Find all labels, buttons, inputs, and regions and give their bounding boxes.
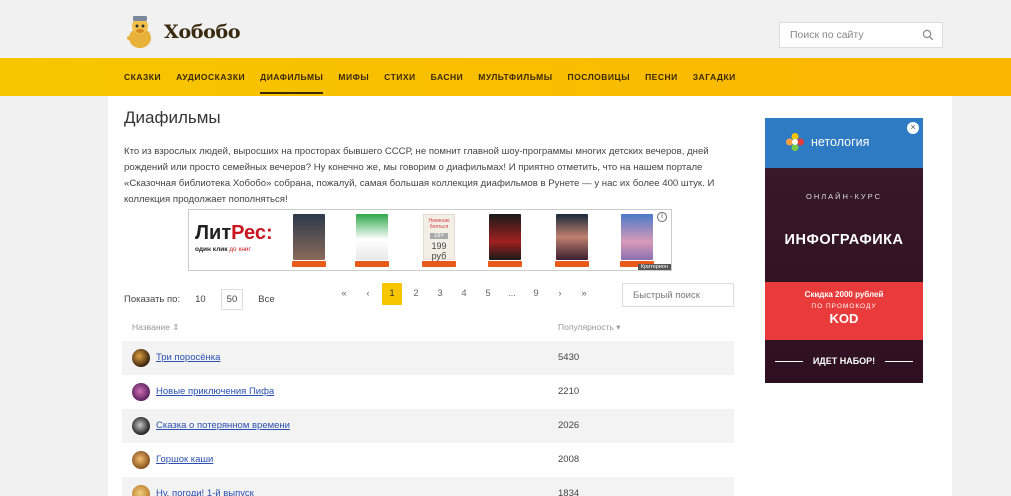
quick-search-input[interactable] <box>633 290 723 301</box>
ad-course-title: ИНФОГРАФИКА <box>784 232 904 248</box>
site-logo[interactable]: Хобобо <box>124 14 241 50</box>
ad-promo-label: ПО ПРОМОКОДУ <box>811 303 877 310</box>
netology-brand: нетология <box>785 132 869 152</box>
ad-course-label: ОНЛАЙН-КУРС <box>805 192 883 201</box>
site-search-input[interactable] <box>790 29 910 41</box>
filmstrip-avatar <box>132 451 150 469</box>
ad-promo-block: Скидка 2000 рублей ПО ПРОМОКОДУ KOD <box>765 282 923 340</box>
nav-item-8[interactable]: ПОСЛОВИЦЫ <box>568 58 631 96</box>
pagination-item[interactable]: 2 <box>406 283 426 305</box>
table-row[interactable]: Ну, погоди! 1-й выпуск 1834 <box>122 477 734 496</box>
table-row[interactable]: Горшок каши 2008 <box>122 443 734 477</box>
filmstrip-title-link[interactable]: Горшок каши <box>156 454 213 465</box>
filmstrip-avatar <box>132 417 150 435</box>
site-search[interactable] <box>779 22 943 48</box>
filmstrip-title-link[interactable]: Ну, погоди! 1-й выпуск <box>156 488 254 496</box>
netology-flower-icon <box>786 133 804 151</box>
close-icon[interactable]: × <box>907 122 919 134</box>
filmstrip-avatar <box>132 383 150 401</box>
nav-item-6[interactable]: БАСНИ <box>431 58 464 96</box>
column-header-name[interactable]: Название ⇕ <box>132 322 179 333</box>
header: Хобобо <box>0 0 1011 58</box>
main-nav: СКАЗКИ АУДИОСКАЗКИ ДИАФИЛЬМЫ МИФЫ СТИХИ БАСНИ… <box>0 58 1011 96</box>
nav-item-9[interactable]: ПЕСНИ <box>645 58 678 96</box>
ad-cta[interactable]: ИДЕТ НАБОР! <box>765 356 923 366</box>
litres-tagline-part1: один клик <box>195 246 228 253</box>
pagination-item[interactable]: 9 <box>526 283 546 305</box>
ad-book-button[interactable] <box>555 261 589 267</box>
ad-discount: Скидка 2000 рублей <box>804 290 884 299</box>
ad-book-cover[interactable] <box>293 214 325 260</box>
ad-book-cover[interactable] <box>556 214 588 260</box>
filmstrip-title-link[interactable]: Сказка о потерянном времени <box>156 420 290 431</box>
show-per-page: Показать по: 10 50 Все <box>124 289 280 310</box>
search-icon[interactable] <box>922 29 934 41</box>
ad-info-icon[interactable]: i <box>657 212 667 222</box>
filmstrip-popularity: 5430 <box>558 352 580 363</box>
litres-logo-part2: Рес: <box>231 222 273 244</box>
filmstrip-popularity: 2008 <box>558 454 580 465</box>
table-row[interactable]: Новые приключения Пифа 2210 <box>122 375 734 409</box>
show-all-option[interactable]: Все <box>253 290 279 309</box>
ad-price: 199 руб <box>431 241 447 261</box>
page-title: Диафильмы <box>124 108 221 127</box>
page-intro: Кто из взрослых людей, выросших на прост… <box>124 146 715 205</box>
ad-book-button[interactable] <box>488 261 522 267</box>
site-name: Хобобо <box>164 21 241 43</box>
ad-price-book-title: Начинаю бояться <box>428 218 450 230</box>
pagination-item[interactable]: 5 <box>478 283 498 305</box>
filmstrip-popularity: 1834 <box>558 488 580 496</box>
pagination-item[interactable]: » <box>574 283 594 305</box>
ad-book-cover[interactable] <box>356 214 388 260</box>
hobobo-mascot-icon <box>127 16 151 48</box>
nav-item-4[interactable]: МИФЫ <box>338 58 369 96</box>
column-header-popularity[interactable]: Популярность ▾ <box>558 322 620 333</box>
netology-brand-name: нетология <box>811 135 870 149</box>
ad-promo-code: KOD <box>829 311 859 326</box>
quick-search[interactable] <box>622 283 734 307</box>
filmstrip-popularity: 2210 <box>558 386 580 397</box>
filmstrip-title-link[interactable]: Новые приключения Пифа <box>156 386 274 397</box>
netology-side-ad[interactable]: × нетология ОНЛАЙН-КУРС ИНФОГРАФИКА Скид… <box>765 118 923 383</box>
main-nav-items: СКАЗКИ АУДИОСКАЗКИ ДИАФИЛЬМЫ МИФЫ СТИХИ БАСНИ… <box>124 58 751 96</box>
nav-item-2[interactable]: АУДИОСКАЗКИ <box>176 58 245 96</box>
pagination-item[interactable]: 3 <box>430 283 450 305</box>
nav-item-10[interactable]: ЗАГАДКИ <box>693 58 736 96</box>
table-row[interactable]: Сказка о потерянном времени 2026 <box>122 409 734 443</box>
litres-logo: ЛитРес: один клик до книг <box>195 222 273 253</box>
show-10-option[interactable]: 10 <box>190 290 211 309</box>
pagination-item[interactable]: 1 <box>382 283 402 305</box>
filmstrip-popularity: 2026 <box>558 420 580 431</box>
show-per-page-label: Показать по: <box>124 294 181 305</box>
litres-ad-banner[interactable]: ЛитРес: один клик до книг Начинаю боятьс… <box>188 209 672 271</box>
filmstrip-avatar <box>132 485 150 496</box>
pagination-item: ... <box>508 288 516 299</box>
nav-item-1[interactable]: СКАЗКИ <box>124 58 161 96</box>
filmstrip-avatar <box>132 349 150 367</box>
pagination-item[interactable]: « <box>334 283 354 305</box>
table-row[interactable]: Три поросёнка 5430 <box>122 341 734 375</box>
ad-book-button[interactable] <box>292 261 326 267</box>
ad-credit[interactable]: Критерион <box>637 264 671 270</box>
pagination-item[interactable]: ‹ <box>358 283 378 305</box>
ad-price-book[interactable]: Начинаю бояться 18+ 199 руб <box>423 214 455 261</box>
ad-book-cover[interactable] <box>489 214 521 260</box>
nav-item-7[interactable]: МУЛЬТФИЛЬМЫ <box>478 58 552 96</box>
show-50-option[interactable]: 50 <box>220 289 244 310</box>
pagination-item[interactable]: › <box>550 283 570 305</box>
ad-age-rating: 18+ <box>430 233 448 239</box>
filmstrip-title-link[interactable]: Три поросёнка <box>156 352 220 363</box>
nav-item-5[interactable]: СТИХИ <box>384 58 416 96</box>
ad-book-button[interactable] <box>422 261 456 267</box>
litres-tagline-part2: до книг <box>227 246 251 253</box>
litres-logo-part1: Лит <box>195 222 232 244</box>
ad-book-button[interactable] <box>355 261 389 267</box>
nav-item-3[interactable]: ДИАФИЛЬМЫ <box>260 58 324 96</box>
pagination: «‹ 1 2 3 4 5... 9 ›» <box>334 283 598 305</box>
pagination-item[interactable]: 4 <box>454 283 474 305</box>
ad-book-cover[interactable] <box>621 214 653 260</box>
